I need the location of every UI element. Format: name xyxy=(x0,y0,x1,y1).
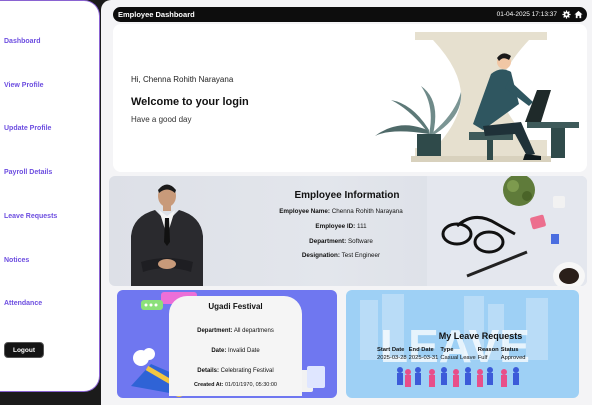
notice-created-row: Created At: 01/01/1970, 05:30:00 xyxy=(169,382,302,388)
notice-department-value: All departmens xyxy=(233,328,274,334)
column-header: End Date xyxy=(408,347,434,353)
leave-end-date: 2025-03-31 xyxy=(408,355,439,361)
sidebar-item-update-profile[interactable]: Update Profile xyxy=(4,125,51,132)
column-header: Start Date xyxy=(377,347,405,353)
employee-id-label: Employee ID: xyxy=(315,223,356,230)
gear-icon[interactable] xyxy=(562,10,571,19)
leave-requests-card: LEAVE My Leave Requests Start Date End D… xyxy=(346,290,579,398)
notice-details-row: Details: Celebrating Festival xyxy=(169,368,302,374)
leave-title: My Leave Requests xyxy=(438,331,523,341)
page-title: Employee Dashboard xyxy=(118,10,195,19)
leave-table: Start Date End Date Type Reason Status 2… xyxy=(376,347,527,361)
datetime: 01-04-2025 17:13:37 xyxy=(496,10,557,18)
leave-type: Casual Leave xyxy=(440,355,476,361)
designation-row: Designation: Test Engineer xyxy=(221,252,461,259)
employee-name-row: Employee Name: Chenna Rohith Narayana xyxy=(221,208,461,215)
department-label: Department: xyxy=(309,238,347,245)
employee-name-label: Employee Name: xyxy=(279,208,330,215)
column-header: Reason xyxy=(477,347,499,353)
sidebar-item-leave-requests[interactable]: Leave Requests xyxy=(4,213,57,220)
notice-created-value: 01/01/1970, 05:30:00 xyxy=(224,382,277,388)
notice-date-row: Date: Invalid Date xyxy=(169,348,302,354)
notice-date-value: Invalid Date xyxy=(228,348,260,354)
notice-department-label: Department: xyxy=(197,328,233,334)
employee-id-value: 111 xyxy=(357,223,367,230)
designation-label: Designation: xyxy=(301,252,340,259)
desk-items-illustration xyxy=(427,176,587,286)
leave-watermark-text: LEAVE xyxy=(380,320,530,372)
employee-id-row: Employee ID: 111 xyxy=(221,223,461,230)
department-value: Software xyxy=(347,238,373,245)
notice-card: Ugadi Festival Department: All departmen… xyxy=(117,290,337,398)
employee-avatar xyxy=(131,184,203,286)
sidebar-item-dashboard[interactable]: Dashboard xyxy=(4,38,41,45)
leave-status: Approved xyxy=(500,355,526,361)
notice-created-label: Created At: xyxy=(194,382,224,388)
table-row: 2025-03-28 2025-03-31 Casual Leave Fulf … xyxy=(376,355,527,361)
sidebar-item-view-profile[interactable]: View Profile xyxy=(4,82,44,89)
greeting-text: Hi, Chenna Rohith Narayana xyxy=(131,75,234,84)
working-man-illustration xyxy=(375,32,579,162)
column-header: Status xyxy=(500,347,519,353)
sidebar-item-notices[interactable]: Notices xyxy=(4,257,29,264)
employee-info-title: Employee Information xyxy=(294,190,400,201)
logout-button[interactable]: Logout xyxy=(4,342,44,358)
department-row: Department: Software xyxy=(221,238,461,245)
column-header: Type xyxy=(440,347,454,353)
notice-title: Ugadi Festival xyxy=(208,302,263,311)
designation-value: Test Engineer xyxy=(341,252,381,259)
notice-details-label: Details: xyxy=(197,368,219,374)
notice-paper xyxy=(169,296,302,396)
leave-reason: Fulf xyxy=(477,355,488,361)
notice-date-label: Date: xyxy=(211,348,227,354)
sidebar-item-payroll-details[interactable]: Payroll Details xyxy=(4,169,52,176)
welcome-card: Hi, Chenna Rohith Narayana Welcome to yo… xyxy=(113,24,587,172)
welcome-subtitle: Have a good day xyxy=(131,115,192,124)
notice-details-value: Celebrating Festival xyxy=(220,368,274,374)
home-icon[interactable] xyxy=(574,10,583,19)
sidebar: Dashboard View Profile Update Profile Pa… xyxy=(0,0,100,392)
main-content: Employee Dashboard 01-04-2025 17:13:37 H… xyxy=(101,0,592,405)
employee-name-value: Chenna Rohith Narayana xyxy=(331,208,403,215)
welcome-title: Welcome to your login xyxy=(131,96,249,108)
notice-department-row: Department: All departmens xyxy=(169,328,302,334)
sidebar-item-attendance[interactable]: Attendance xyxy=(4,300,42,307)
leave-background-illustration: LEAVE xyxy=(360,294,548,387)
top-bar: Employee Dashboard 01-04-2025 17:13:37 xyxy=(113,7,587,22)
leave-start-date: 2025-03-28 xyxy=(377,355,407,361)
employee-info-card: Employee Information Employee Name: Chen… xyxy=(109,176,587,286)
